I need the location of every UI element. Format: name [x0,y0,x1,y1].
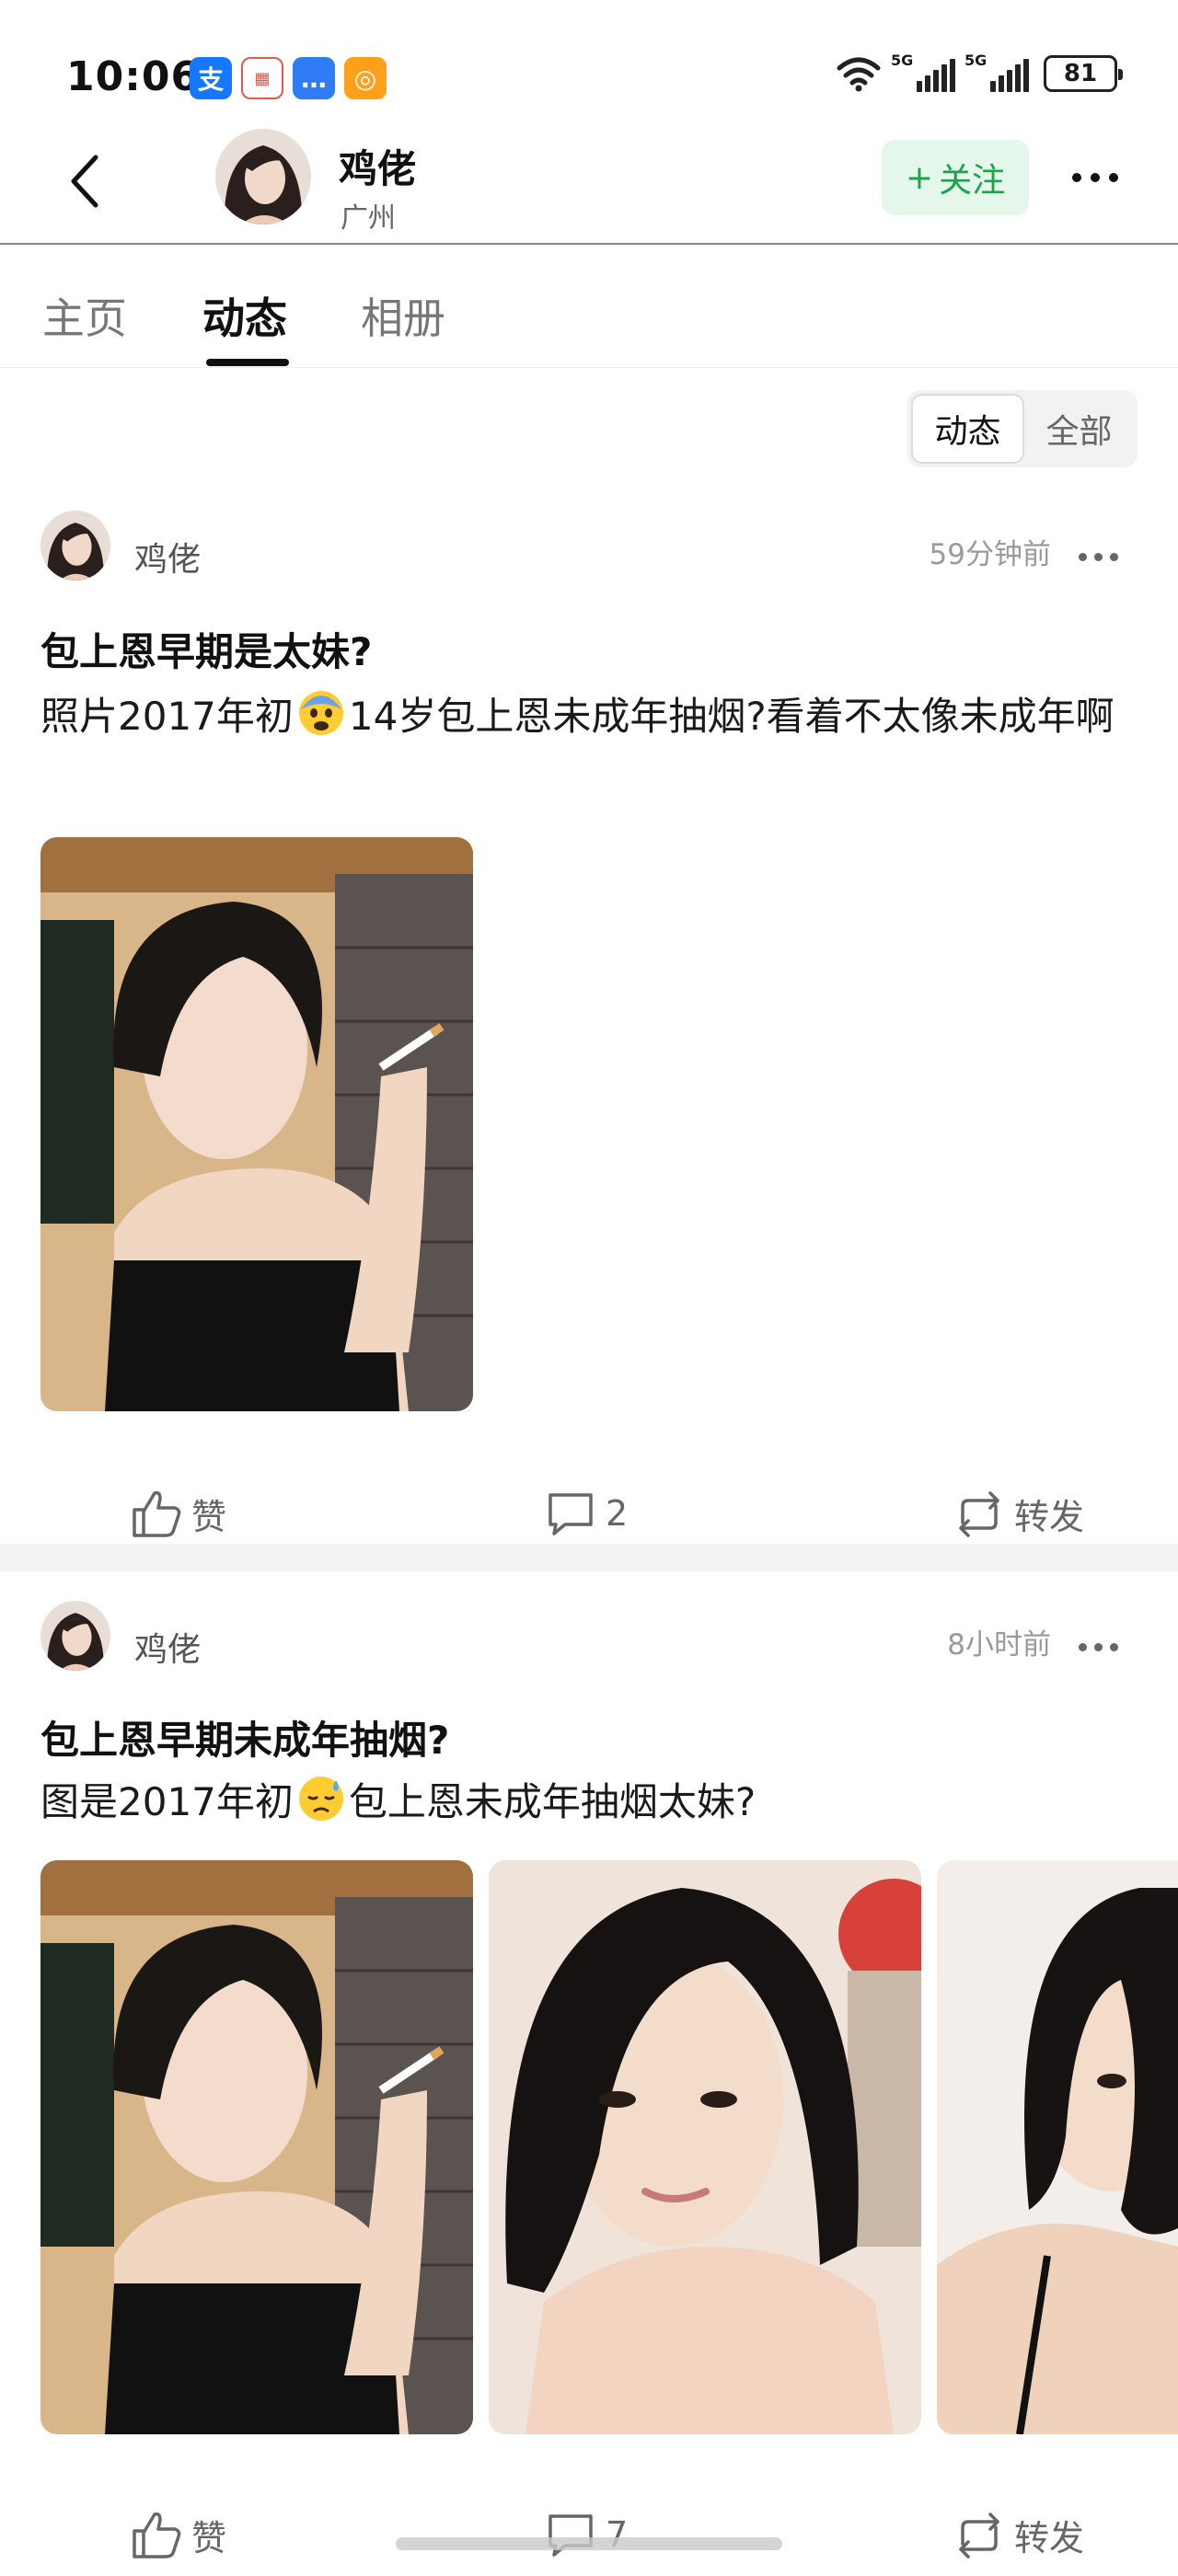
dot-icon [1079,1642,1087,1651]
post-author-name[interactable]: 鸡佬 [134,533,201,581]
thumbs-up-icon [133,2512,181,2559]
share-button[interactable]: 转发 [952,1477,1084,1550]
message-icon: … [293,57,335,99]
profile-tabs: 主页 动态 相册 [0,247,1178,368]
battery-icon: 81 [1044,55,1123,92]
dot-icon [1109,173,1118,182]
post-timestamp: 59分钟前 [929,538,1051,571]
signal-1-icon: 5G [891,52,955,92]
portrait-photo [489,1860,921,2434]
smoking-photo [40,1860,473,2434]
anxious-face-emoji [298,691,343,735]
like-button[interactable]: 赞 [129,1477,226,1550]
search-app-icon: ◎ [344,57,387,99]
clock: 10:06 [66,53,201,100]
profile-name: 鸡佬 [339,146,417,191]
plus-icon: + [905,158,934,197]
comment-button[interactable]: 7 [543,2498,628,2571]
comment-icon [549,2514,593,2557]
system-icons: 5G 5G 81 [836,52,1123,92]
notification-icons: 支 ▦ … ◎ [190,57,387,99]
post-more-button[interactable] [1079,547,1123,566]
tab-home[interactable]: 主页 [42,285,127,346]
comment-button[interactable]: 2 [543,1477,628,1550]
calendar-icon: ▦ [241,57,283,99]
post-timestamp: 8小时前 [947,1628,1051,1662]
post-actions: 赞 2 转发 [0,1477,1178,1550]
follow-label: 关注 [939,162,1006,200]
post-image[interactable] [40,837,473,1411]
dot-icon [1110,552,1118,561]
thumbs-up-icon [133,1490,181,1537]
status-bar: 10:06 支 ▦ … ◎ 5G 5G 81 [0,0,1178,138]
dot-icon [1094,1642,1103,1651]
back-button[interactable] [57,149,112,213]
profile-location: 广州 [341,202,396,235]
dot-icon [1072,173,1081,182]
post-author-avatar[interactable] [40,1601,110,1671]
repost-icon [959,2513,999,2559]
post-title: 包上恩早期未成年抽烟? [40,1718,450,1763]
alipay-icon: 支 [190,57,232,99]
downcast-sweat-face-emoji [298,1777,343,1821]
dot-icon [1091,173,1100,182]
repost-icon [959,1491,999,1537]
tab-posts[interactable]: 动态 [202,285,287,346]
home-indicator[interactable] [396,2537,782,2550]
share-button[interactable]: 转发 [952,2498,1084,2571]
post-image[interactable] [489,1860,921,2434]
wifi-icon [837,57,881,92]
filter-posts-option[interactable]: 动态 [911,394,1024,464]
follow-button[interactable]: + 关注 [882,140,1029,215]
post-image[interactable] [937,1860,1178,2434]
profile-header: 鸡佬 广州 + 关注 [0,129,1178,245]
post-author-name[interactable]: 鸡佬 [134,1623,201,1671]
post-filter-toggle: 动态 全部 [907,390,1138,467]
like-button[interactable]: 赞 [129,2498,226,2571]
more-options-button[interactable] [1058,155,1132,201]
post-actions: 赞 7 转发 [0,2498,1178,2571]
smoking-photo [40,837,473,1411]
signal-2-icon: 5G [964,52,1029,92]
filter-all-option[interactable]: 全部 [1024,394,1134,464]
post-divider [0,1544,1178,1571]
side-profile-photo [937,1860,1178,2434]
post-image[interactable] [40,1860,473,2434]
comment-icon [549,1493,593,1535]
post-body: 照片2017年初 14岁包上恩未成年抽烟?看着不太像未成年啊 [40,683,1145,751]
post-title: 包上恩早期是太妹? [40,629,373,674]
dot-icon [1110,1642,1118,1651]
dot-icon [1094,552,1103,561]
avatar[interactable] [215,129,311,224]
post-more-button[interactable] [1079,1638,1123,1656]
dot-icon [1079,552,1087,561]
tab-album[interactable]: 相册 [361,285,445,346]
post-body: 图是2017年初 包上恩未成年抽烟太妹? [40,1768,1145,1836]
active-tab-indicator [206,359,289,366]
post-author-avatar[interactable] [40,511,110,581]
back-arrow-icon [71,155,98,208]
